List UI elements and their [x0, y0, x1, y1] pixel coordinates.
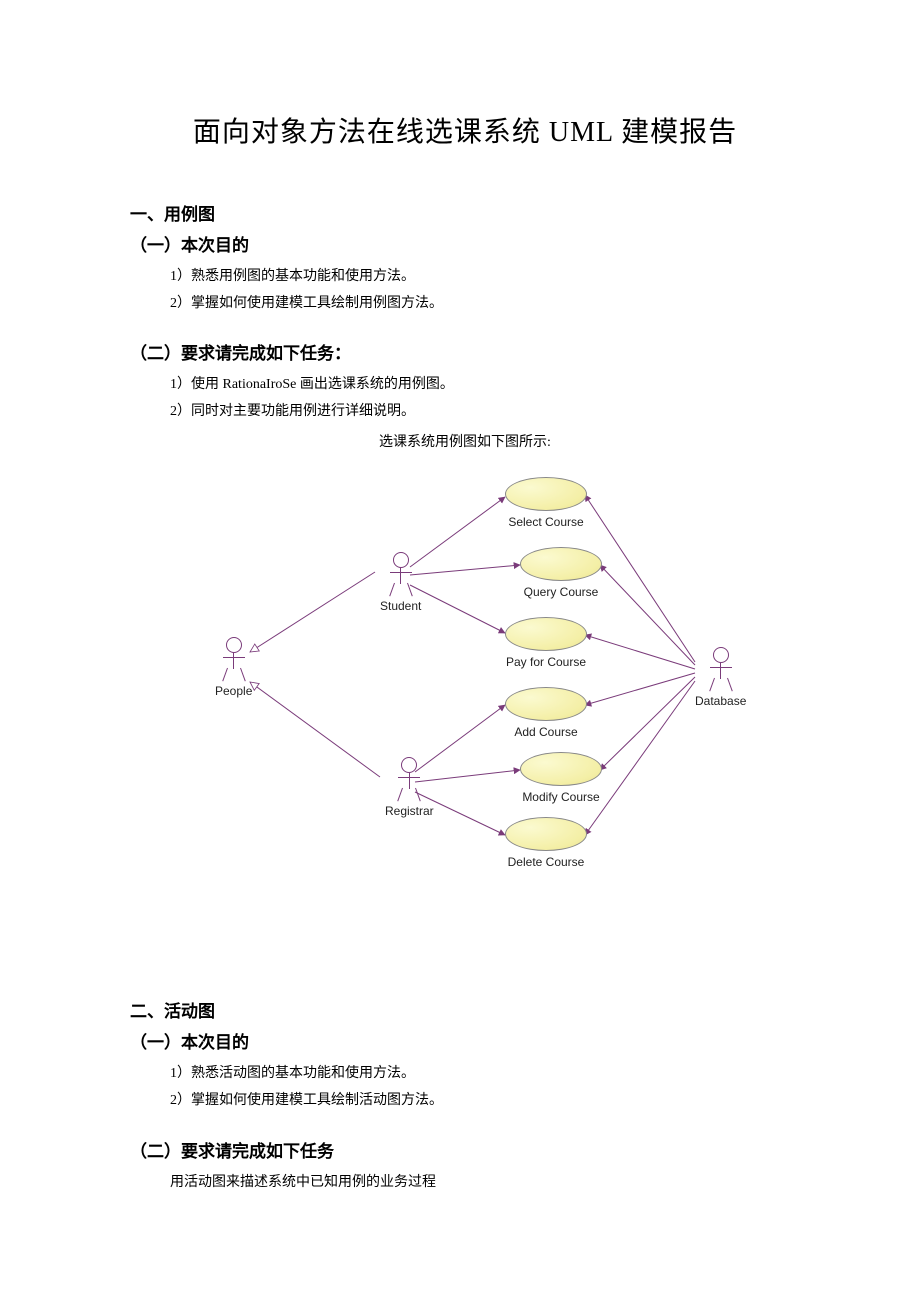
list-item: 2）同时对主要功能用例进行详细说明。 — [170, 399, 800, 426]
document-page: 面向对象方法在线选课系统 UML 建模报告 一、用例图 （一）本次目的 1）熟悉… — [0, 0, 920, 1256]
usecase-label: Delete Course — [505, 855, 587, 869]
usecase-select: Select Course — [505, 477, 587, 529]
section2-sub1-heading: （一）本次目的 — [130, 1028, 800, 1053]
usecase-add: Add Course — [505, 687, 587, 739]
list-item: 1）使用 RationaIroSe 画出选课系统的用例图。 — [170, 372, 800, 399]
section2-heading: 二、活动图 — [130, 997, 800, 1022]
section1-sub2-heading: （二）要求请完成如下任务： — [130, 339, 800, 364]
usecase-label: Add Course — [505, 725, 587, 739]
actor-registrar: Registrar — [385, 757, 434, 818]
actor-label: Student — [380, 599, 421, 613]
list-item: 2）掌握如何使用建模工具绘制活动图方法。 — [170, 1088, 800, 1115]
diagram-connectors — [185, 457, 745, 877]
usecase-label: Modify Course — [520, 790, 602, 804]
usecase-diagram: People Student Registrar Database Select… — [185, 457, 745, 877]
list-item: 1）熟悉用例图的基本功能和使用方法。 — [170, 264, 800, 291]
diagram-caption: 选课系统用例图如下图所示: — [130, 431, 800, 451]
doc-title: 面向对象方法在线选课系统 UML 建模报告 — [130, 110, 800, 150]
usecase-delete: Delete Course — [505, 817, 587, 869]
usecase-query: Query Course — [520, 547, 602, 599]
list-item: 2）掌握如何使用建模工具绘制用例图方法。 — [170, 291, 800, 318]
usecase-label: Select Course — [505, 515, 587, 529]
actor-student: Student — [380, 552, 421, 613]
actor-database: Database — [695, 647, 746, 708]
section2-sub2-body: 用活动图来描述系统中已知用例的业务过程 — [170, 1170, 800, 1197]
usecase-label: Query Course — [520, 585, 602, 599]
usecase-pay: Pay for Course — [505, 617, 587, 669]
list-item: 1）熟悉活动图的基本功能和使用方法。 — [170, 1061, 800, 1088]
actor-label: Registrar — [385, 804, 434, 818]
section1-heading: 一、用例图 — [130, 200, 800, 225]
usecase-modify: Modify Course — [520, 752, 602, 804]
actor-people: People — [215, 637, 252, 698]
section1-sub1-heading: （一）本次目的 — [130, 231, 800, 256]
section2-sub2-heading: （二）要求请完成如下任务 — [130, 1137, 800, 1162]
actor-label: Database — [695, 694, 746, 708]
usecase-label: Pay for Course — [505, 655, 587, 669]
actor-label: People — [215, 684, 252, 698]
